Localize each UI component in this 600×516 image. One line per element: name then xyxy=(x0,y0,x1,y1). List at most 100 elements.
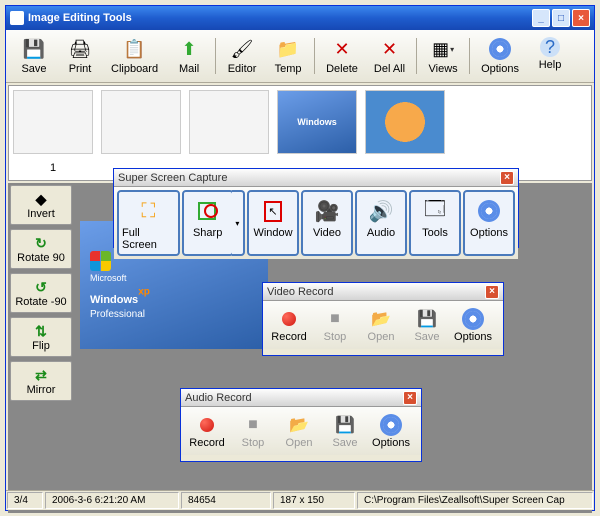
ar-title: Audio Record xyxy=(185,392,403,404)
close-button[interactable]: × xyxy=(572,9,590,27)
main-titlebar[interactable]: Image Editing Tools _ □ × xyxy=(6,6,594,30)
thumbnail-4[interactable]: Windows xyxy=(277,90,357,154)
ar-options-button[interactable]: Options xyxy=(371,413,411,449)
vr-record-button[interactable]: Record xyxy=(269,307,309,343)
mirror-button[interactable]: ⇄Mirror xyxy=(10,361,72,401)
gear-icon xyxy=(465,307,481,331)
delete-all-button[interactable]: ✕Del All xyxy=(367,34,412,78)
ar-close-button[interactable]: × xyxy=(403,391,417,405)
thumbnail-1[interactable]: 1 xyxy=(13,90,93,174)
audio-button[interactable]: 🔊Audio xyxy=(355,190,407,256)
video-record-window: Video Record × Record ■Stop 📂Open 💾Save … xyxy=(262,282,504,356)
status-index: 3/4 xyxy=(7,492,43,509)
thumbnail-3[interactable] xyxy=(189,90,269,154)
options-button[interactable]: Options xyxy=(474,34,526,78)
views-button[interactable]: ▦▾Views xyxy=(421,34,465,78)
record-icon xyxy=(282,307,296,331)
clipboard-button[interactable]: 📋Clipboard xyxy=(104,34,165,78)
delete-button[interactable]: ✕Delete xyxy=(319,34,365,78)
rotate-left-icon: ↺ xyxy=(35,278,47,296)
gear-icon xyxy=(470,195,508,227)
folder-icon: 📁 xyxy=(276,37,300,61)
ssc-title: Super Screen Capture xyxy=(118,172,500,184)
flip-icon: ⇅ xyxy=(35,322,47,340)
window-icon: 🗔 xyxy=(416,195,454,227)
rotate-90-button[interactable]: ↻Rotate 90 xyxy=(10,229,72,269)
vr-title: Video Record xyxy=(267,286,485,298)
side-toolbar: ◆Invert ↻Rotate 90 ↺Rotate -90 ⇅Flip ⇄Mi… xyxy=(10,185,72,401)
editor-icon: 🖌 xyxy=(230,37,254,61)
tools-button[interactable]: 🗔Tools xyxy=(409,190,461,256)
save-button[interactable]: 💾Save xyxy=(12,34,56,78)
temp-button[interactable]: 📁Temp xyxy=(266,34,310,78)
main-toolbar: 💾Save 🖨Print 📋Clipboard ⬆Mail 🖌Editor 📁T… xyxy=(6,30,594,83)
views-icon: ▦▾ xyxy=(431,37,455,61)
ar-titlebar[interactable]: Audio Record × xyxy=(181,389,421,407)
help-icon: ? xyxy=(540,37,560,57)
sharp-icon xyxy=(189,195,227,227)
ssc-titlebar[interactable]: Super Screen Capture × xyxy=(114,169,518,187)
editor-button[interactable]: 🖌Editor xyxy=(220,34,264,78)
ar-stop-button: ■Stop xyxy=(233,413,273,449)
ar-save-button: 💾Save xyxy=(325,413,365,449)
vr-stop-button: ■Stop xyxy=(315,307,355,343)
maximize-button[interactable]: □ xyxy=(552,9,570,27)
cursor-icon: ↖ xyxy=(254,195,292,227)
super-screen-capture-window: Super Screen Capture × ⛶Full Screen Shar… xyxy=(113,168,519,248)
ar-open-button: 📂Open xyxy=(279,413,319,449)
disk-icon: 💾 xyxy=(22,37,46,61)
thumbnail-5[interactable] xyxy=(365,90,445,154)
status-path: C:\Program Files\Zeallsoft\Super Screen … xyxy=(357,492,593,509)
ar-record-button[interactable]: Record xyxy=(187,413,227,449)
clipboard-icon: 📋 xyxy=(123,37,147,61)
vr-toolbar: Record ■Stop 📂Open 💾Save Options xyxy=(263,301,503,349)
vr-close-button[interactable]: × xyxy=(485,285,499,299)
folder-open-icon: 📂 xyxy=(371,307,391,331)
status-dimensions: 187 x 150 xyxy=(273,492,355,509)
main-title: Image Editing Tools xyxy=(28,12,532,24)
fullscreen-icon: ⛶ xyxy=(129,195,167,227)
mail-button[interactable]: ⬆Mail xyxy=(167,34,211,78)
help-button[interactable]: ?Help xyxy=(528,34,572,78)
rotate-neg90-button[interactable]: ↺Rotate -90 xyxy=(10,273,72,313)
vr-titlebar[interactable]: Video Record × xyxy=(263,283,503,301)
status-bar: 3/4 2006-3-6 6:21:20 AM 84654 187 x 150 … xyxy=(6,490,594,510)
audio-record-window: Audio Record × Record ■Stop 📂Open 💾Save … xyxy=(180,388,422,462)
disk-icon: 💾 xyxy=(335,413,355,437)
windows-logo-icon xyxy=(90,261,268,271)
thumbnail-2[interactable] xyxy=(101,90,181,154)
ssc-toolbar: ⛶Full Screen Sharp ▾ ↖Window 🎥Video 🔊Aud… xyxy=(114,187,518,259)
flip-button[interactable]: ⇅Flip xyxy=(10,317,72,357)
record-icon xyxy=(200,413,214,437)
ssc-close-button[interactable]: × xyxy=(500,171,514,185)
vr-options-button[interactable]: Options xyxy=(453,307,493,343)
window-button[interactable]: ↖Window xyxy=(247,190,299,256)
disk-icon: 💾 xyxy=(417,307,437,331)
thumbnail-strip[interactable]: 1 Windows xyxy=(8,85,592,181)
chevron-down-icon: ▾ xyxy=(450,45,454,54)
printer-icon: 🖨 xyxy=(68,37,92,61)
status-size: 84654 xyxy=(181,492,271,509)
folder-open-icon: 📂 xyxy=(289,413,309,437)
gear-icon xyxy=(383,413,399,437)
gear-icon xyxy=(488,37,512,61)
status-date: 2006-3-6 6:21:20 AM xyxy=(45,492,179,509)
delete-all-icon: ✕ xyxy=(377,37,401,61)
rotate-right-icon: ↻ xyxy=(35,234,47,252)
video-button[interactable]: 🎥Video xyxy=(301,190,353,256)
print-button[interactable]: 🖨Print xyxy=(58,34,102,78)
sharp-dropdown[interactable]: ▾ xyxy=(232,190,245,256)
delete-icon: ✕ xyxy=(330,37,354,61)
fullscreen-button[interactable]: ⛶Full Screen xyxy=(117,190,180,256)
mail-icon: ⬆ xyxy=(177,37,201,61)
sharp-button[interactable]: Sharp xyxy=(182,190,234,256)
vr-open-button: 📂Open xyxy=(361,307,401,343)
vr-save-button: 💾Save xyxy=(407,307,447,343)
invert-icon: ◆ xyxy=(36,190,47,208)
stop-icon: ■ xyxy=(248,413,258,437)
ssc-options-button[interactable]: Options xyxy=(463,190,515,256)
ar-toolbar: Record ■Stop 📂Open 💾Save Options xyxy=(181,407,421,455)
mirror-icon: ⇄ xyxy=(35,366,47,384)
invert-button[interactable]: ◆Invert xyxy=(10,185,72,225)
minimize-button[interactable]: _ xyxy=(532,9,550,27)
